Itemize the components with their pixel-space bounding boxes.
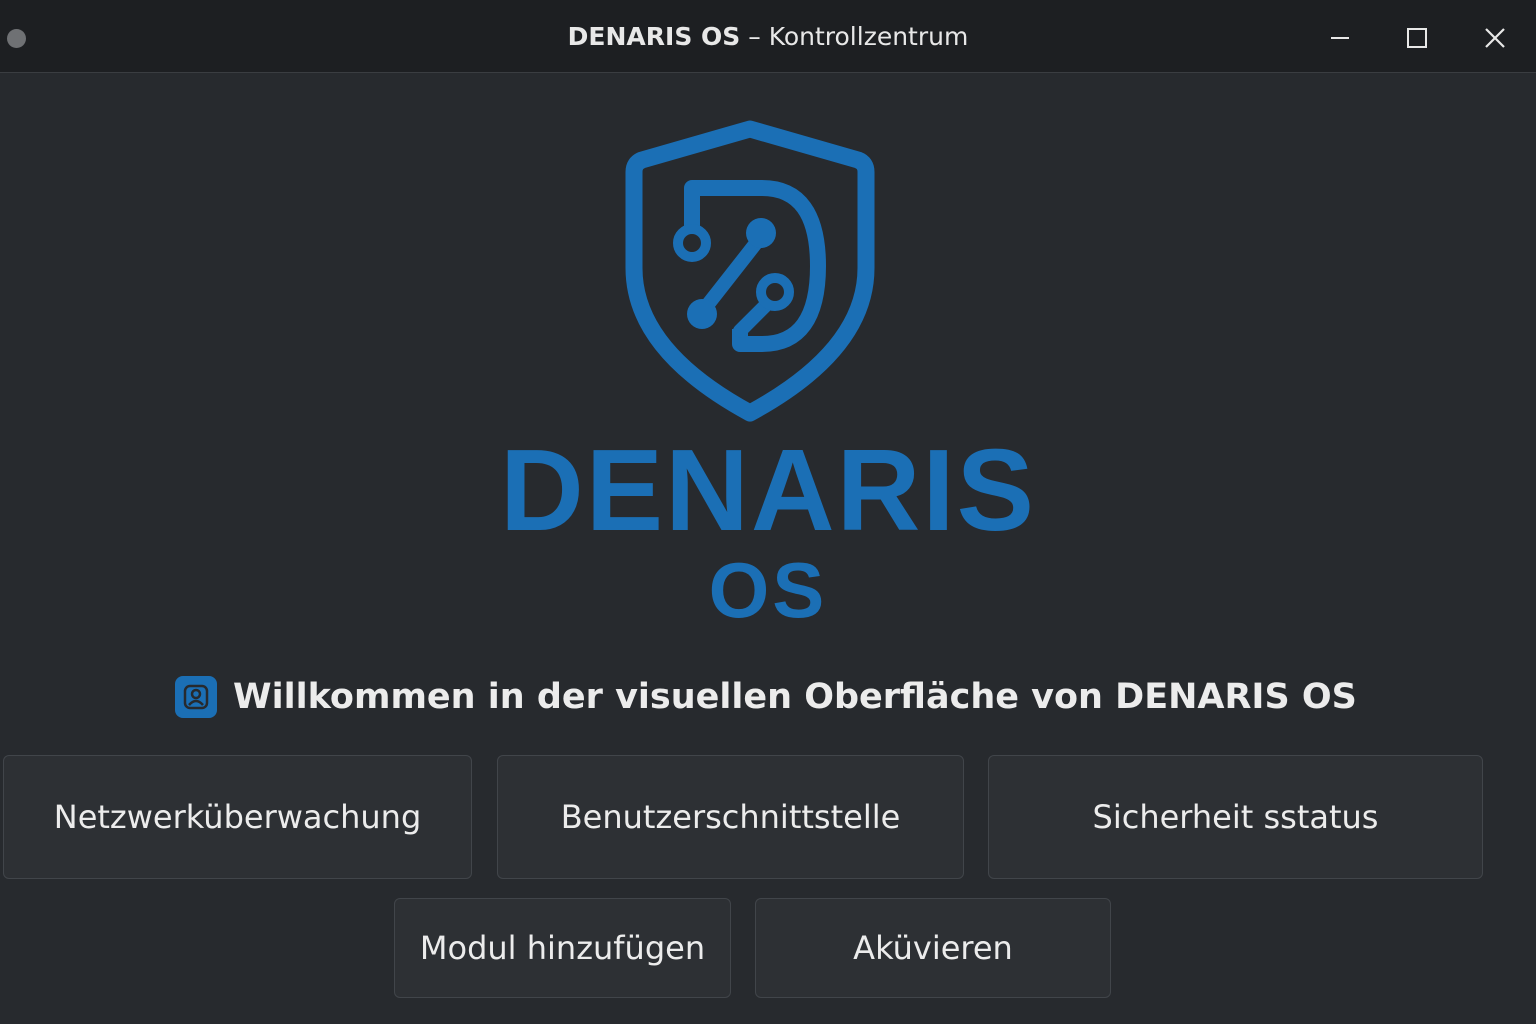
- activate-button[interactable]: Aküvieren: [755, 898, 1111, 998]
- window-title-app: DENARIS OS: [567, 22, 741, 51]
- brand-name: DENARIS: [499, 425, 1037, 555]
- add-module-button[interactable]: Modul hinzufügen: [394, 898, 731, 998]
- network-monitoring-button[interactable]: Netzwerküberwachung: [3, 755, 472, 879]
- title-bar[interactable]: DENARIS OS – Kontrollzentrum: [0, 0, 1536, 73]
- shield-circuit-logo-icon: [625, 120, 875, 422]
- maximize-icon: [1407, 28, 1427, 48]
- welcome-text: Willkommen in der visuellen Oberfläche v…: [233, 677, 1357, 717]
- minimize-icon: [1331, 37, 1349, 39]
- window-title: DENARIS OS – Kontrollzentrum: [0, 20, 1536, 54]
- close-icon: [1485, 28, 1505, 48]
- security-status-button[interactable]: Sicherheit sstatus: [988, 755, 1483, 879]
- app-window: DENARIS OS – Kontrollzentrum DENARIS OS …: [0, 0, 1536, 1024]
- user-interface-button[interactable]: Benutzerschnittstelle: [497, 755, 964, 879]
- brand-subtitle: OS: [708, 546, 828, 634]
- welcome-banner: Willkommen in der visuellen Oberfläche v…: [175, 674, 1357, 720]
- user-lock-icon: [175, 676, 217, 718]
- close-button[interactable]: [1475, 18, 1515, 58]
- window-title-section: – Kontrollzentrum: [740, 22, 969, 51]
- minimize-button[interactable]: [1320, 18, 1360, 58]
- brand-logo: [620, 120, 880, 425]
- maximize-button[interactable]: [1397, 18, 1437, 58]
